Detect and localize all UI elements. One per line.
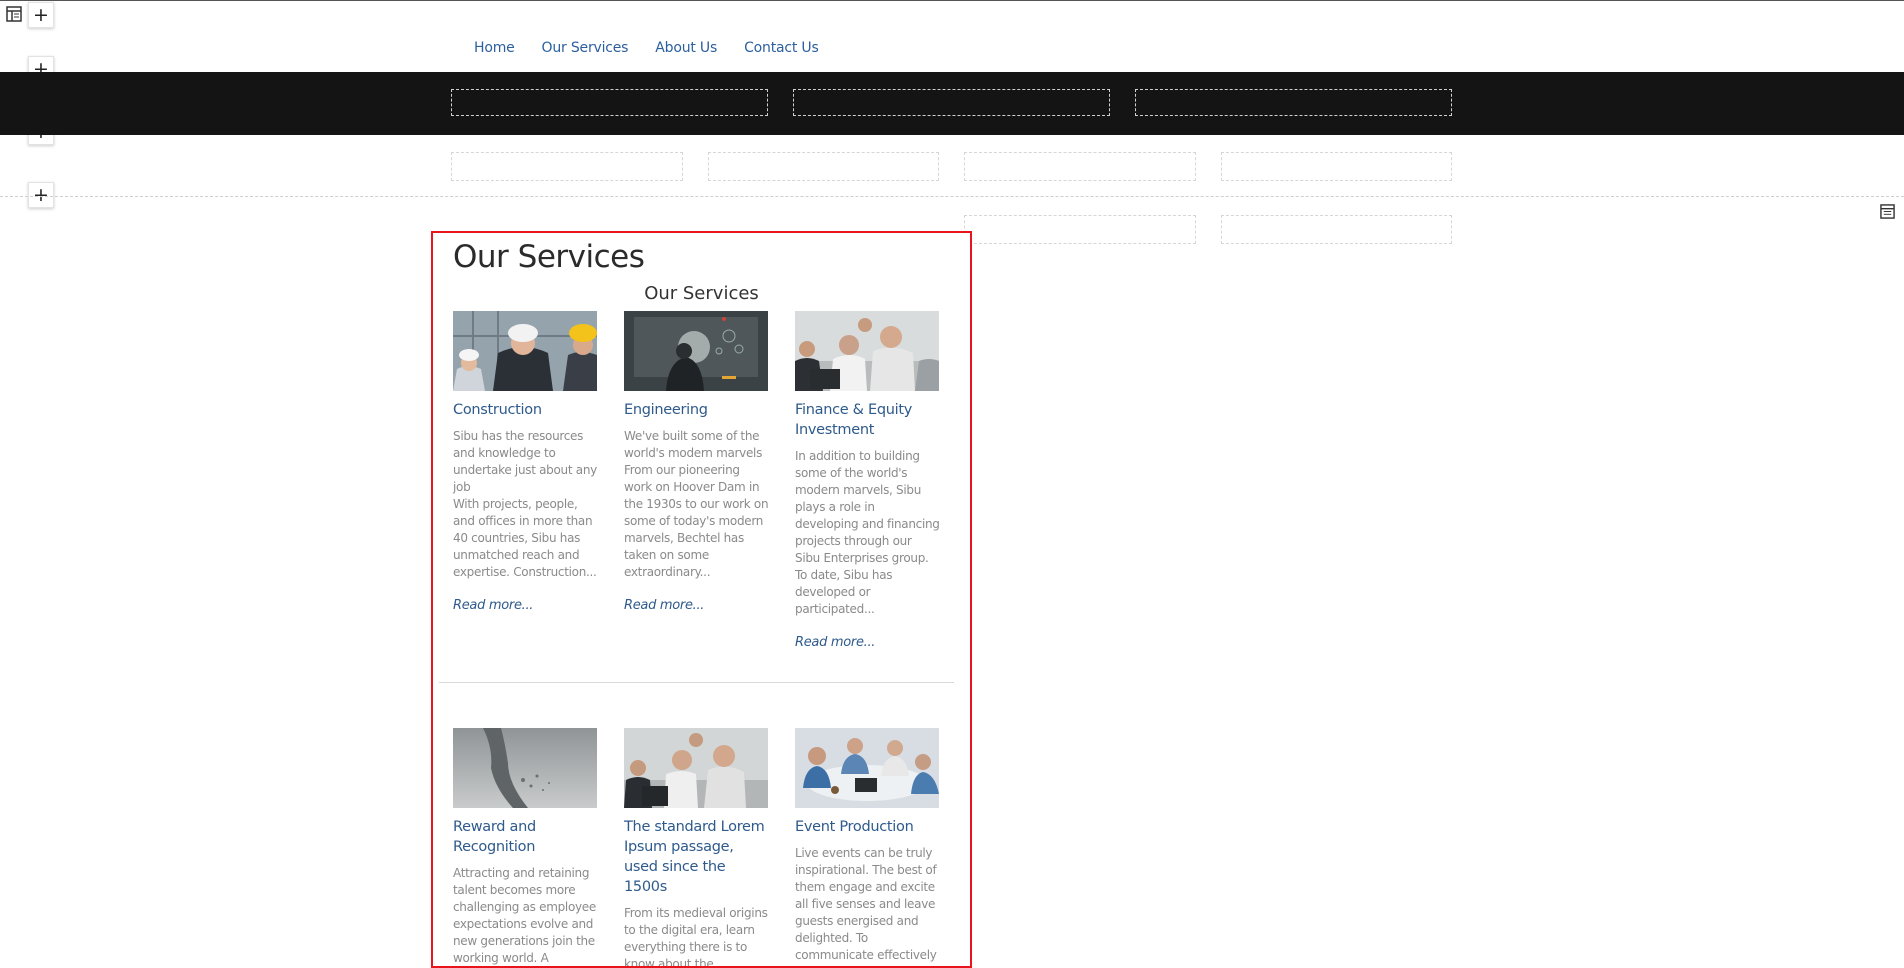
add-row-button-4[interactable]: + [28, 182, 54, 208]
card-description: Sibu has the resources and knowledge to … [453, 429, 597, 579]
card-title[interactable]: Reward and Recognition [453, 817, 598, 857]
construction-image [453, 311, 597, 391]
nav-contact-us[interactable]: Contact Us [744, 40, 819, 56]
band-placeholder-1[interactable] [451, 89, 768, 116]
card-title[interactable]: The standard Lorem Ipsum passage, used s… [624, 817, 769, 897]
section-divider [439, 682, 954, 683]
card-title[interactable]: Finance & Equity Investment [795, 400, 940, 440]
section-title: Our Services [644, 283, 759, 304]
reward-image [453, 728, 597, 808]
top-border [0, 0, 1904, 1]
nav-about-us[interactable]: About Us [655, 40, 717, 56]
read-more-link[interactable]: Read more... [624, 598, 769, 613]
card-description: We've built some of the world's modern m… [624, 429, 769, 579]
row-divider [0, 196, 1904, 197]
placeholder-5[interactable] [964, 215, 1196, 244]
service-card-finance: Finance & Equity Investment In addition … [795, 311, 940, 650]
service-card-construction: Construction Sibu has the resources and … [453, 311, 598, 613]
placeholder-1[interactable] [451, 152, 683, 181]
engineering-image [624, 311, 768, 391]
service-card-reward: Reward and Recognition Attracting and re… [453, 728, 598, 966]
placeholder-3[interactable] [964, 152, 1196, 181]
lorem-image [624, 728, 768, 808]
module-heading: Our Services [453, 239, 645, 275]
placeholder-2[interactable] [708, 152, 939, 181]
add-icon: + [33, 3, 49, 26]
service-card-lorem: The standard Lorem Ipsum passage, used s… [624, 728, 769, 968]
card-description: Live events can be truly inspirational. … [795, 846, 937, 962]
placeholder-6[interactable] [1221, 215, 1452, 244]
read-more-link[interactable]: Read more... [453, 598, 598, 613]
nav-our-services[interactable]: Our Services [542, 40, 629, 56]
add-row-button-1[interactable]: + [28, 2, 54, 28]
card-title[interactable]: Construction [453, 400, 598, 420]
settings-icon[interactable] [1880, 204, 1895, 219]
read-more-link[interactable]: Read more... [795, 635, 940, 650]
finance-image [795, 311, 939, 391]
main-nav: Home Our Services About Us Contact Us [474, 40, 846, 56]
band-placeholder-3[interactable] [1135, 89, 1452, 116]
card-description: Attracting and retaining talent becomes … [453, 866, 596, 965]
card-title[interactable]: Event Production [795, 817, 940, 837]
placeholder-4[interactable] [1221, 152, 1452, 181]
band-placeholder-2[interactable] [793, 89, 1110, 116]
service-card-engineering: Engineering We've built some of the worl… [624, 311, 769, 613]
card-description: In addition to building some of the worl… [795, 449, 940, 616]
service-card-event: Event Production Live events can be trul… [795, 728, 940, 964]
card-description: From its medieval origins to the digital… [624, 906, 768, 968]
add-icon: + [33, 183, 49, 206]
services-module[interactable]: Our Services Our Services Construction S… [431, 231, 972, 968]
card-title[interactable]: Engineering [624, 400, 769, 420]
layout-icon[interactable] [6, 6, 22, 22]
nav-home[interactable]: Home [474, 40, 515, 56]
event-image [795, 728, 939, 808]
